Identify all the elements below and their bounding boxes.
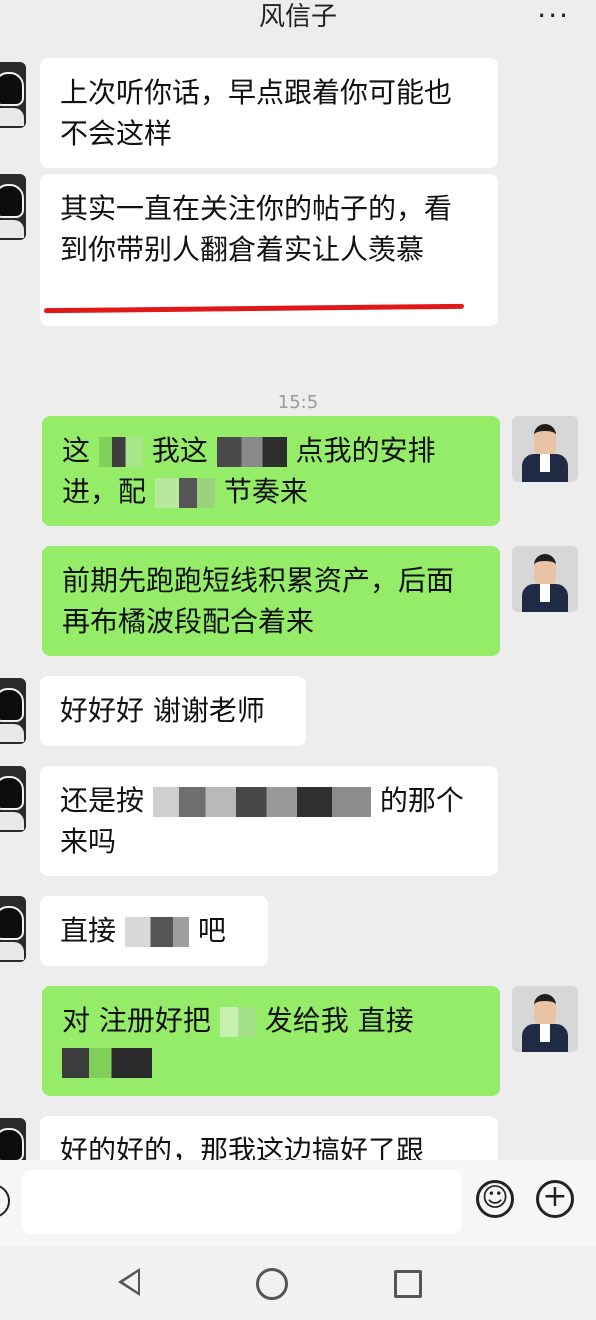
- input-bar: ☺ +: [0, 1160, 596, 1246]
- nav-back-icon[interactable]: [118, 1268, 140, 1296]
- message-text-part: 对 注册好把: [62, 1004, 211, 1037]
- chat-area[interactable]: 上次听你话，早点跟着你可能也不会这样 其实一直在关注你的帖子的，看到你带别人翻倉…: [0, 44, 596, 1160]
- message-text-part: 直接: [60, 914, 117, 947]
- message-text-part: 吧: [197, 914, 226, 947]
- message-text: 上次听你话，早点跟着你可能也不会这样: [60, 76, 453, 150]
- pixelated-text: [216, 437, 287, 467]
- pixelated-text: [62, 1048, 152, 1078]
- outgoing-message[interactable]: 这 我这 点我的安排进，配 节奏来: [42, 416, 500, 526]
- contact-avatar[interactable]: [0, 766, 26, 832]
- voice-icon[interactable]: [0, 1184, 10, 1218]
- contact-avatar[interactable]: [0, 174, 26, 240]
- message-text: 好好好 谢谢老师: [60, 694, 265, 727]
- chat-title: 风信子: [258, 2, 337, 32]
- nav-home-icon[interactable]: [256, 1268, 288, 1300]
- message-text-part: 节奏来: [223, 475, 308, 508]
- contact-avatar[interactable]: [0, 678, 26, 744]
- timestamp: 15:5: [277, 392, 319, 413]
- message-text: 好的好的，那我这边搞好了跟: [60, 1134, 425, 1160]
- incoming-message[interactable]: 上次听你话，早点跟着你可能也不会这样: [40, 58, 498, 168]
- message-text-part: 还是按: [60, 784, 145, 817]
- message-input[interactable]: [22, 1170, 462, 1234]
- my-avatar[interactable]: [512, 986, 578, 1052]
- system-nav-bar: [0, 1246, 596, 1320]
- message-text-part: 我这: [151, 434, 208, 467]
- incoming-message[interactable]: 好好好 谢谢老师: [40, 676, 306, 746]
- pixelated-text: [152, 787, 371, 817]
- plus-icon[interactable]: +: [536, 1180, 574, 1218]
- message-text: 前期先跑跑短线积累资产，后面再布橘波段配合着来: [62, 564, 455, 638]
- incoming-message[interactable]: 还是按 的那个来吗: [40, 766, 498, 876]
- incoming-message[interactable]: 好的好的，那我这边搞好了跟: [40, 1116, 498, 1160]
- pixelated-text: [98, 437, 143, 467]
- my-avatar[interactable]: [512, 416, 578, 482]
- incoming-message[interactable]: 直接 吧: [40, 896, 268, 966]
- contact-avatar[interactable]: [0, 1118, 26, 1160]
- pixelated-text: [219, 1007, 256, 1037]
- chat-header: 风信子 ···: [0, 0, 596, 44]
- my-avatar[interactable]: [512, 546, 578, 612]
- contact-avatar[interactable]: [0, 896, 26, 962]
- pixelated-text: [154, 478, 215, 508]
- message-text: 其实一直在关注你的帖子的，看到你带别人翻倉着实让人羡慕: [60, 192, 453, 266]
- nav-recent-icon[interactable]: [394, 1270, 422, 1298]
- more-options-icon[interactable]: ···: [537, 2, 570, 30]
- outgoing-message[interactable]: 对 注册好把 发给我 直接: [42, 986, 500, 1096]
- message-text-part: 发给我 直接: [264, 1004, 414, 1037]
- pixelated-text: [124, 917, 189, 947]
- message-text-part: 这: [62, 434, 91, 467]
- outgoing-message[interactable]: 前期先跑跑短线积累资产，后面再布橘波段配合着来: [42, 546, 500, 656]
- emoji-icon[interactable]: ☺: [476, 1180, 514, 1218]
- contact-avatar[interactable]: [0, 62, 26, 128]
